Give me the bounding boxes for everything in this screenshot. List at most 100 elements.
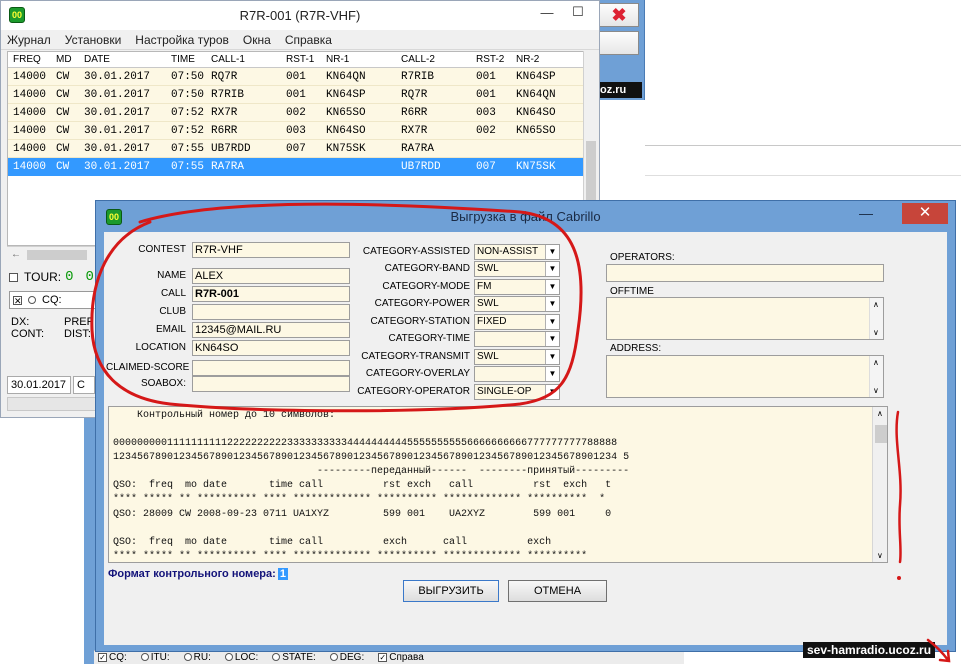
- address-field[interactable]: ∧ ∨: [606, 355, 884, 398]
- column-header[interactable]: MD: [56, 54, 72, 65]
- menu-item-journal[interactable]: Журнал: [7, 33, 51, 47]
- option-item[interactable]: ITU:: [140, 652, 170, 663]
- scroll-up-icon[interactable]: ∧: [873, 358, 879, 367]
- column-header[interactable]: NR-2: [516, 54, 539, 65]
- option-item[interactable]: RU:: [183, 652, 211, 663]
- category-dropdown[interactable]: ▼: [474, 366, 560, 382]
- category-dropdown[interactable]: FIXED ▼: [474, 314, 560, 330]
- chevron-down-icon[interactable]: ▼: [545, 245, 559, 259]
- chevron-down-icon[interactable]: ▼: [545, 367, 559, 381]
- option-item[interactable]: LOC:: [224, 652, 258, 663]
- minimize-button[interactable]: —: [851, 204, 881, 224]
- cabrillo-template-textarea[interactable]: Контрольный номер до 10 символов: 0000000…: [108, 406, 888, 563]
- column-header[interactable]: CALL-1: [211, 54, 245, 65]
- scroll-thumb[interactable]: [27, 250, 87, 260]
- category-dropdown[interactable]: ▼: [474, 331, 560, 347]
- background-button[interactable]: [599, 31, 639, 55]
- scroll-down-icon[interactable]: ∨: [873, 386, 879, 395]
- offtime-scrollbar[interactable]: ∧ ∨: [869, 298, 883, 339]
- bottom-scrollbar[interactable]: [7, 397, 97, 411]
- background-close-button[interactable]: ✖: [599, 3, 639, 27]
- dialog-titlebar[interactable]: 00 Выгрузка в файл Cabrillo — ✕: [96, 201, 955, 231]
- radio-button[interactable]: [329, 653, 338, 662]
- soapbox-field[interactable]: [192, 376, 350, 392]
- column-header[interactable]: TIME: [171, 54, 195, 65]
- table-row[interactable]: 14000 CW 30.01.2017 07:50 RQ7R 001 KN64QN R7RIB…: [8, 68, 592, 86]
- log-window-titlebar[interactable]: 00 R7R-001 (R7R-VHF) — ☐: [1, 1, 599, 30]
- location-field[interactable]: KN64SO: [192, 340, 350, 356]
- option-item[interactable]: DEG:: [329, 652, 364, 663]
- column-header[interactable]: RST-1: [286, 54, 314, 65]
- date-field[interactable]: 30.01.2017: [7, 376, 71, 394]
- column-header[interactable]: DATE: [84, 54, 110, 65]
- operators-field[interactable]: [606, 264, 884, 282]
- checkbox[interactable]: ✓: [98, 652, 107, 662]
- column-header[interactable]: FREQ: [13, 54, 41, 65]
- tour-checkbox[interactable]: [9, 272, 18, 282]
- format-value-field[interactable]: 1: [277, 568, 288, 580]
- radio-button[interactable]: [224, 653, 233, 662]
- scroll-up-icon[interactable]: ∧: [877, 409, 883, 418]
- export-button[interactable]: ВЫГРУЗИТЬ: [403, 580, 499, 602]
- table-cell: 30.01.2017: [84, 89, 151, 101]
- maximize-button[interactable]: ☐: [563, 1, 593, 23]
- table-row[interactable]: 14000 CW 30.01.2017 07:50 R7RIB 001 KN64SP RQ7…: [8, 86, 592, 104]
- dropdown-value: SWL: [477, 351, 499, 362]
- menu-item-help[interactable]: Справка: [285, 33, 332, 47]
- table-row[interactable]: 14000 CW 30.01.2017 07:55 RA7RA UB7RDD 007 KN7…: [8, 158, 592, 176]
- category-dropdown[interactable]: SWL ▼: [474, 261, 560, 277]
- chevron-down-icon[interactable]: ▼: [545, 280, 559, 294]
- table-cell: UB7RDD: [211, 143, 251, 155]
- club-field[interactable]: [192, 304, 350, 320]
- category-dropdown[interactable]: SINGLE-OP ▼: [474, 384, 560, 400]
- date-field-suffix[interactable]: C: [73, 376, 95, 394]
- scroll-down-icon[interactable]: ∨: [873, 328, 879, 337]
- category-dropdown[interactable]: SWL ▼: [474, 349, 560, 365]
- chevron-down-icon[interactable]: ▼: [545, 385, 559, 399]
- cancel-button[interactable]: ОТМЕНА: [508, 580, 607, 602]
- option-item[interactable]: ✓ CQ:: [98, 652, 127, 663]
- close-icon[interactable]: ✕: [13, 295, 22, 305]
- offtime-field[interactable]: ∧ ∨: [606, 297, 884, 340]
- scroll-thumb[interactable]: [875, 425, 887, 443]
- option-item[interactable]: STATE:: [272, 652, 316, 663]
- column-header[interactable]: NR-1: [326, 54, 349, 65]
- table-row[interactable]: 14000 CW 30.01.2017 07:52 RX7R 002 KN65SO R6RR 0…: [8, 104, 592, 122]
- checkbox[interactable]: ✓: [378, 652, 388, 662]
- scroll-left-icon[interactable]: ←: [11, 249, 21, 260]
- claimed-score-field[interactable]: [192, 360, 350, 376]
- table-row[interactable]: 14000 CW 30.01.2017 07:55 UB7RDD 007 KN75SK RA7…: [8, 140, 592, 158]
- chevron-down-icon[interactable]: ▼: [545, 332, 559, 346]
- category-dropdown[interactable]: NON-ASSIST ▼: [474, 244, 560, 260]
- menu-item-tour-settings[interactable]: Настройка туров: [135, 33, 229, 47]
- option-item[interactable]: ✓ Справа: [378, 652, 424, 663]
- column-header[interactable]: RST-2: [476, 54, 504, 65]
- category-dropdown[interactable]: FM ▼: [474, 279, 560, 295]
- chevron-down-icon[interactable]: ▼: [545, 262, 559, 276]
- close-button[interactable]: ✕: [902, 203, 948, 224]
- table-cell: 07:55: [171, 161, 205, 173]
- chevron-down-icon[interactable]: ▼: [545, 350, 559, 364]
- menu-item-settings[interactable]: Установки: [65, 33, 121, 47]
- name-field[interactable]: ALEX: [192, 268, 350, 284]
- radio-button[interactable]: [183, 653, 192, 662]
- table-row[interactable]: 14000 CW 30.01.2017 07:52 R6RR 003 KN64SO RX7R…: [8, 122, 592, 140]
- column-header[interactable]: CALL-2: [401, 54, 435, 65]
- template-scrollbar[interactable]: ∧ ∨: [872, 407, 887, 562]
- call-field[interactable]: R7R-001: [192, 286, 350, 302]
- radio-button[interactable]: [272, 653, 281, 662]
- minimize-button[interactable]: —: [532, 1, 562, 23]
- radio-button[interactable]: [140, 653, 149, 662]
- grid-body: 14000 CW 30.01.2017 07:50 RQ7R 001 KN64QN R7RIB…: [8, 68, 592, 176]
- address-scrollbar[interactable]: ∧ ∨: [869, 356, 883, 397]
- email-field[interactable]: 12345@MAIL.RU: [192, 322, 350, 338]
- cq-radio[interactable]: [28, 296, 36, 304]
- chevron-down-icon[interactable]: ▼: [545, 297, 559, 311]
- table-cell: RA7RA: [211, 161, 245, 173]
- chevron-down-icon[interactable]: ▼: [545, 315, 559, 329]
- category-dropdown[interactable]: SWL ▼: [474, 296, 560, 312]
- menu-item-windows[interactable]: Окна: [243, 33, 271, 47]
- scroll-up-icon[interactable]: ∧: [873, 300, 879, 309]
- contest-field[interactable]: R7R-VHF: [192, 242, 350, 258]
- scroll-down-icon[interactable]: ∨: [877, 551, 883, 560]
